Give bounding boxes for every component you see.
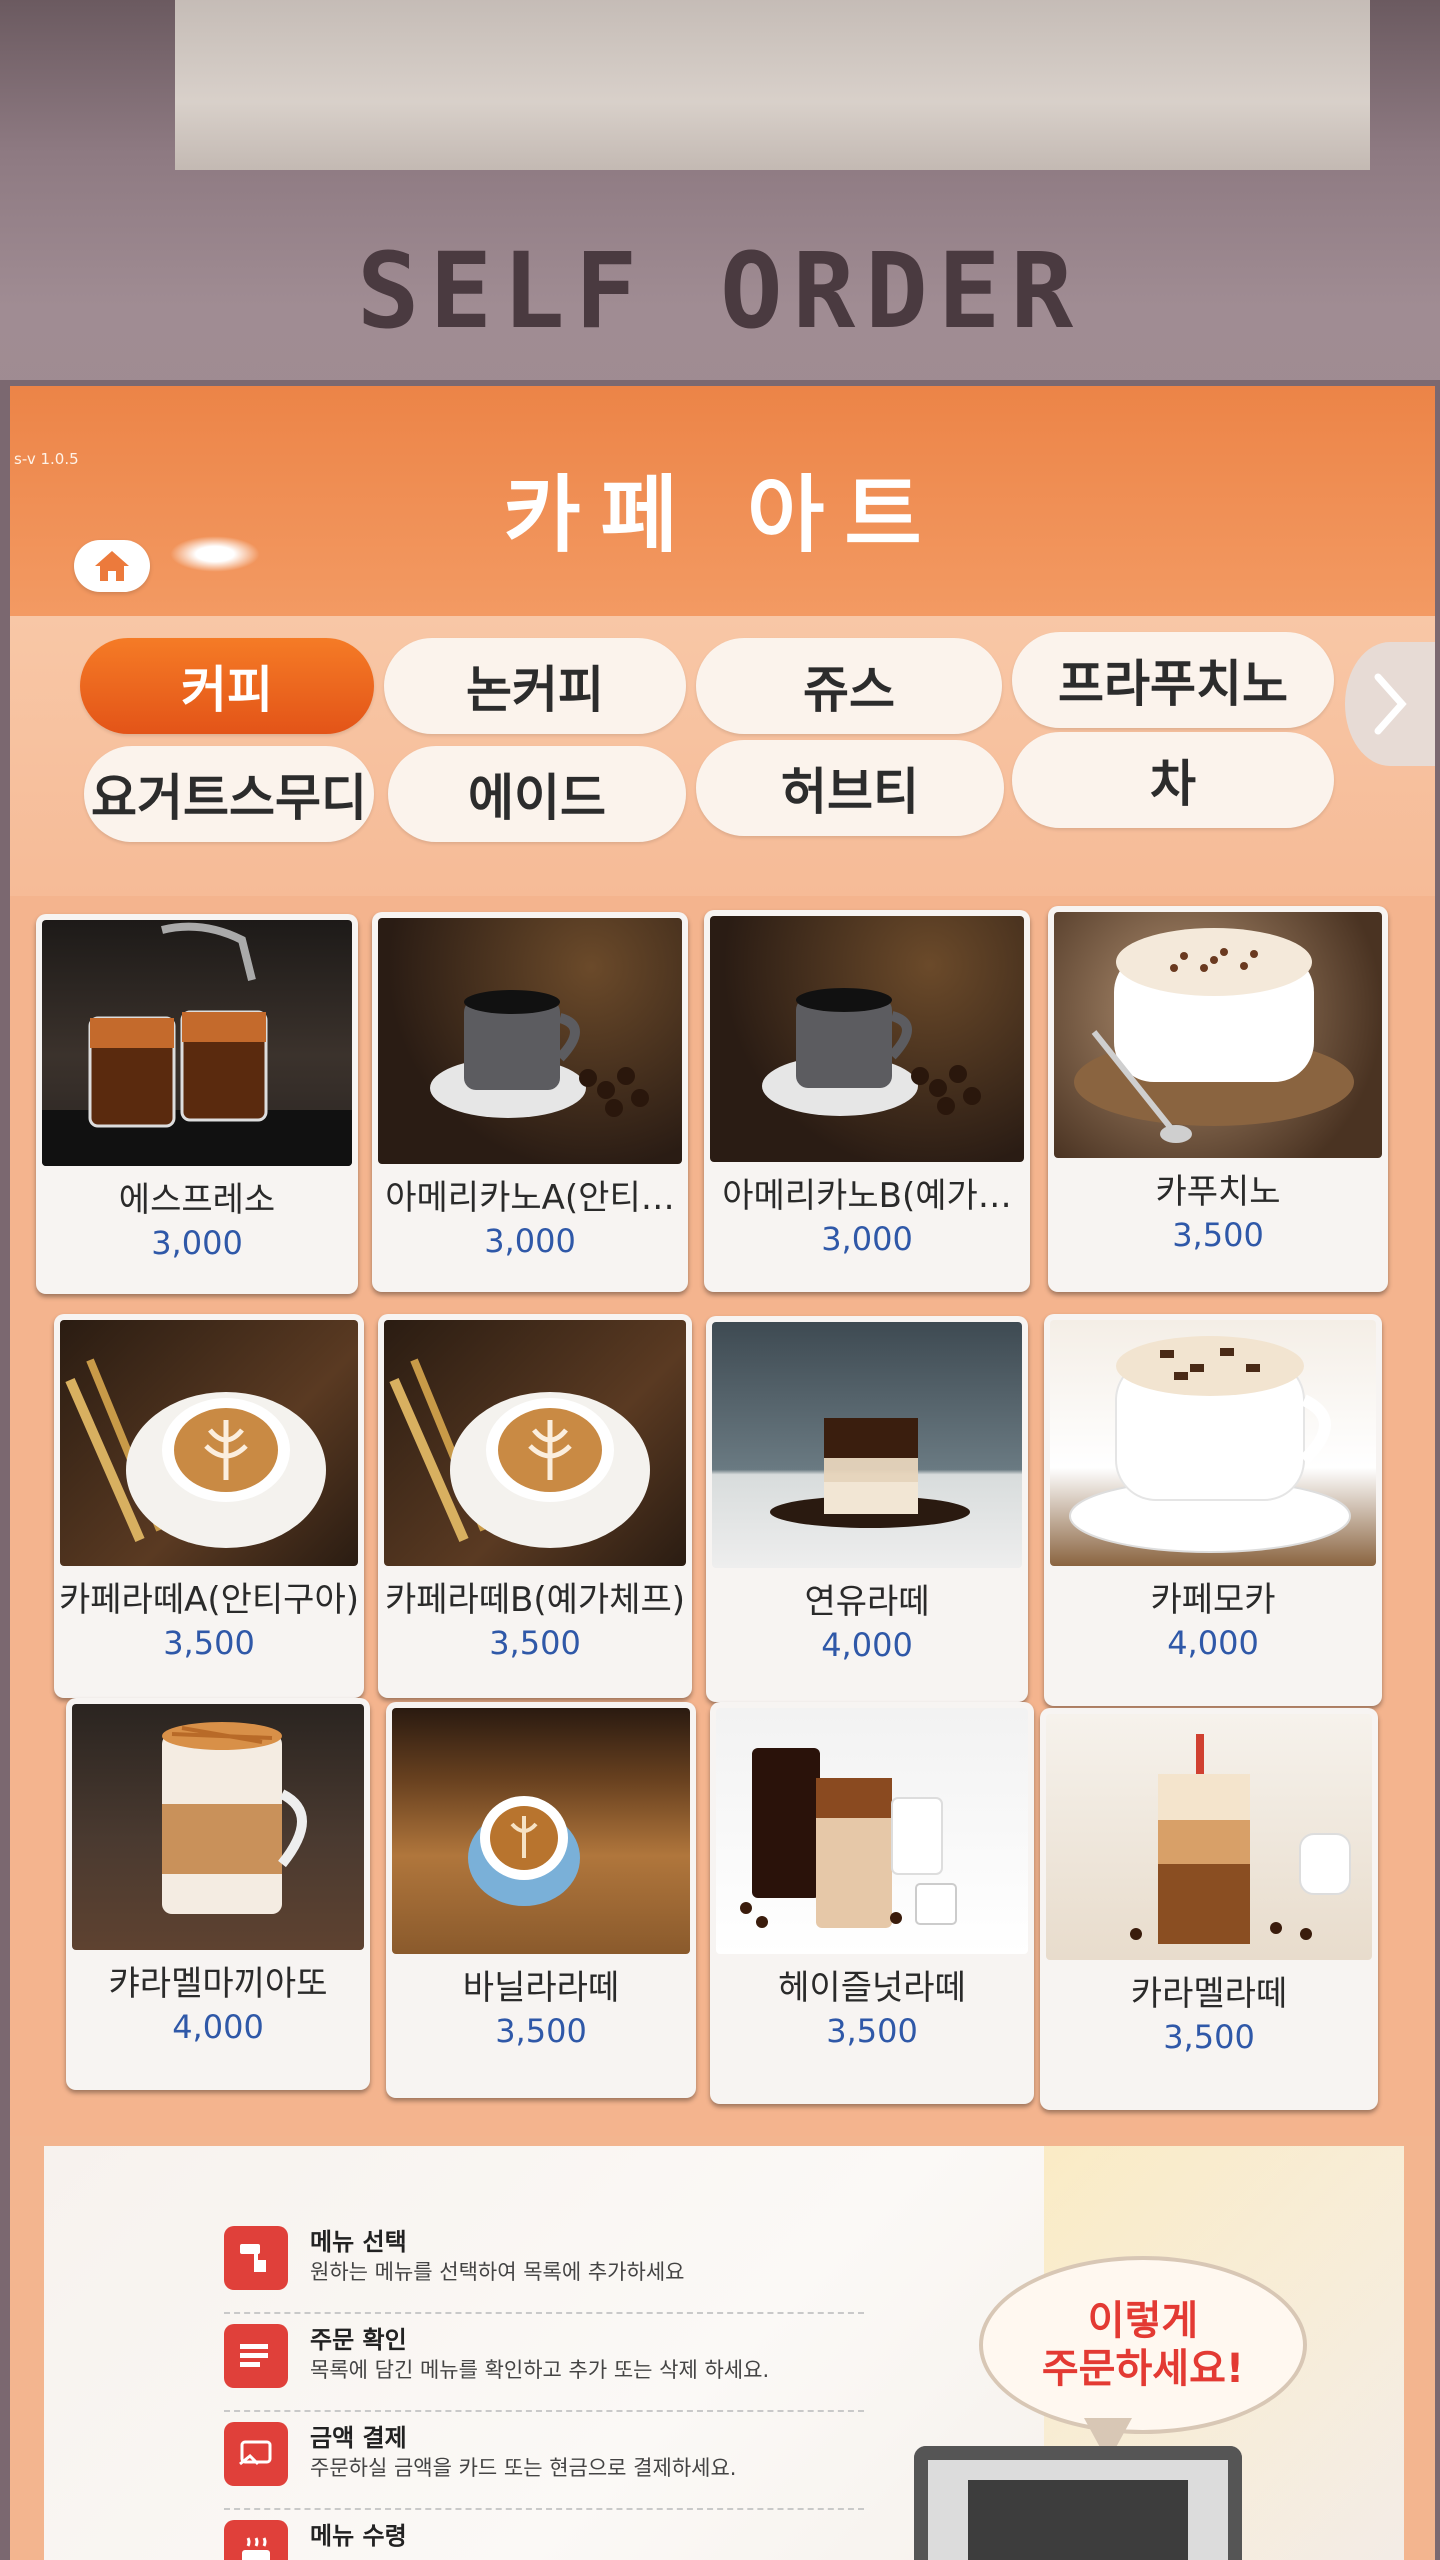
product-card[interactable]: 카페라떼B(예가체프) 3,500: [378, 1314, 692, 1698]
product-photo: [1046, 1714, 1372, 1960]
product-price: 3,500: [495, 2012, 587, 2050]
product-price: 3,000: [151, 1224, 243, 1262]
product-card[interactable]: 에스프레소 3,000: [36, 914, 358, 1294]
tab-juice[interactable]: 쥬스: [696, 638, 1002, 734]
product-price: 3,000: [484, 1222, 576, 1260]
product-name: 카푸치노: [1155, 1172, 1281, 1212]
product-price: 3,500: [489, 1624, 581, 1662]
next-category-button[interactable]: [1345, 642, 1435, 766]
guide-step-desc: 주문하실 금액을 카드 또는 현금으로 결제하세요.: [310, 2456, 737, 2480]
product-photo: [712, 1322, 1022, 1568]
product-grid: 에스프레소 3,000 아메리카노A(안티… 3,000 아메리카노B(예가… …: [10, 896, 1435, 2136]
product-price: 3,500: [1163, 2018, 1255, 2056]
product-card[interactable]: 연유라떼 4,000: [706, 1316, 1028, 1702]
product-name: 카페라떼B(예가체프): [384, 1580, 686, 1620]
product-photo: [392, 1708, 690, 1954]
product-photo: [60, 1320, 358, 1566]
product-card[interactable]: 카라멜라떼 3,500: [1040, 1708, 1378, 2110]
product-photo: [72, 1704, 364, 1950]
cup-icon: [224, 2520, 288, 2560]
product-photo: [1054, 912, 1382, 1158]
product-price: 3,000: [821, 1220, 913, 1258]
screen-glare: [170, 536, 260, 572]
tab-tea[interactable]: 차: [1012, 732, 1334, 828]
order-guide-bubble: 이렇게 주문하세요!: [979, 2256, 1307, 2434]
product-name: 카페라떼A(안티구아): [58, 1580, 360, 1620]
kiosk-screen: s-v 1.0.5 카페 아트 커피 논커피 쥬스 프라푸치노 요거트스무디 에…: [10, 386, 1435, 2560]
guide-step-desc: 원하는 메뉴를 선택하여 목록에 추가하세요: [310, 2260, 685, 2284]
product-photo: [42, 920, 352, 1166]
home-icon: [95, 551, 129, 581]
product-name: 에스프레소: [118, 1180, 276, 1220]
product-name: 캬라멜마끼아또: [108, 1964, 328, 2004]
self-order-label: SELF ORDER: [356, 230, 1084, 352]
guide-step-title: 주문 확인: [310, 2326, 407, 2354]
product-price: 3,500: [826, 2012, 918, 2050]
card-icon: [224, 2422, 288, 2486]
product-name: 아메리카노A(안티…: [385, 1178, 675, 1218]
tab-yogurt-smoothie[interactable]: 요거트스무디: [84, 746, 374, 842]
tab-herb-tea[interactable]: 허브티: [696, 740, 1004, 836]
product-card[interactable]: 헤이즐넛라떼 3,500: [710, 1702, 1034, 2104]
guide-step-title: 메뉴 선택: [310, 2228, 407, 2256]
product-name: 아메리카노B(예가…: [722, 1176, 1012, 1216]
guide-step-title: 금액 결제: [310, 2424, 407, 2452]
header-bar: s-v 1.0.5 카페 아트: [10, 386, 1435, 616]
product-card[interactable]: 카푸치노 3,500: [1048, 906, 1388, 1292]
product-photo: [710, 916, 1024, 1162]
tab-ade[interactable]: 에이드: [388, 746, 686, 842]
product-name: 연유라떼: [804, 1582, 930, 1622]
bubble-line-1: 이렇게: [1087, 2298, 1199, 2344]
kiosk-illustration: [914, 2446, 1242, 2560]
product-name: 헤이즐넛라떼: [778, 1968, 966, 2008]
product-price: 3,500: [1172, 1216, 1264, 1254]
product-card[interactable]: 바닐라라떼 3,500: [386, 1702, 696, 2098]
guide-step: 메뉴 수령: [224, 2510, 864, 2560]
kiosk-illustration-screen: [968, 2480, 1188, 2560]
guide-step-title: 메뉴 수령: [310, 2522, 407, 2550]
product-price: 4,000: [821, 1626, 913, 1664]
tab-frappuccino[interactable]: 프라푸치노: [1012, 632, 1334, 728]
product-photo: [378, 918, 682, 1164]
product-price: 4,000: [172, 2008, 264, 2046]
product-photo: [716, 1708, 1028, 1954]
product-price: 3,500: [163, 1624, 255, 1662]
guide-step: 금액 결제 주문하실 금액을 카드 또는 현금으로 결제하세요.: [224, 2412, 864, 2510]
product-photo: [1050, 1320, 1376, 1566]
touch-icon: [224, 2226, 288, 2290]
home-button[interactable]: [74, 540, 150, 592]
category-bar: 커피 논커피 쥬스 프라푸치노 요거트스무디 에이드 허브티 차: [10, 616, 1435, 896]
tab-non-coffee[interactable]: 논커피: [384, 638, 686, 734]
list-icon: [224, 2324, 288, 2388]
product-card[interactable]: 캬라멜마끼아또 4,000: [66, 1698, 370, 2090]
guide-step: 주문 확인 목록에 담긴 메뉴를 확인하고 추가 또는 삭제 하세요.: [224, 2314, 864, 2412]
product-photo: [384, 1320, 686, 1566]
guide-step-desc: 목록에 담긴 메뉴를 확인하고 추가 또는 삭제 하세요.: [310, 2358, 770, 2382]
tab-coffee[interactable]: 커피: [80, 638, 374, 734]
product-price: 4,000: [1167, 1624, 1259, 1662]
order-guide: 메뉴 선택 원하는 메뉴를 선택하여 목록에 추가하세요 주문 확인 목록에 담…: [44, 2146, 1404, 2560]
chevron-right-icon: [1374, 673, 1407, 735]
product-card[interactable]: 카페모카 4,000: [1044, 1314, 1382, 1706]
product-name: 바닐라라떼: [462, 1968, 620, 2008]
bubble-line-2: 주문하세요!: [1041, 2346, 1245, 2392]
product-card[interactable]: 아메리카노A(안티… 3,000: [372, 912, 688, 1292]
kiosk-frame: SELF ORDER s-v 1.0.5 카페 아트 커피 논커피 쥬스 프라푸…: [0, 0, 1440, 2560]
product-name: 카페모카: [1150, 1580, 1276, 1620]
tape-cover: [175, 0, 1370, 170]
product-card[interactable]: 아메리카노B(예가… 3,000: [704, 910, 1030, 1292]
product-name: 카라멜라떼: [1130, 1974, 1288, 2014]
product-card[interactable]: 카페라떼A(안티구아) 3,500: [54, 1314, 364, 1698]
guide-step: 메뉴 선택 원하는 메뉴를 선택하여 목록에 추가하세요: [224, 2216, 864, 2314]
